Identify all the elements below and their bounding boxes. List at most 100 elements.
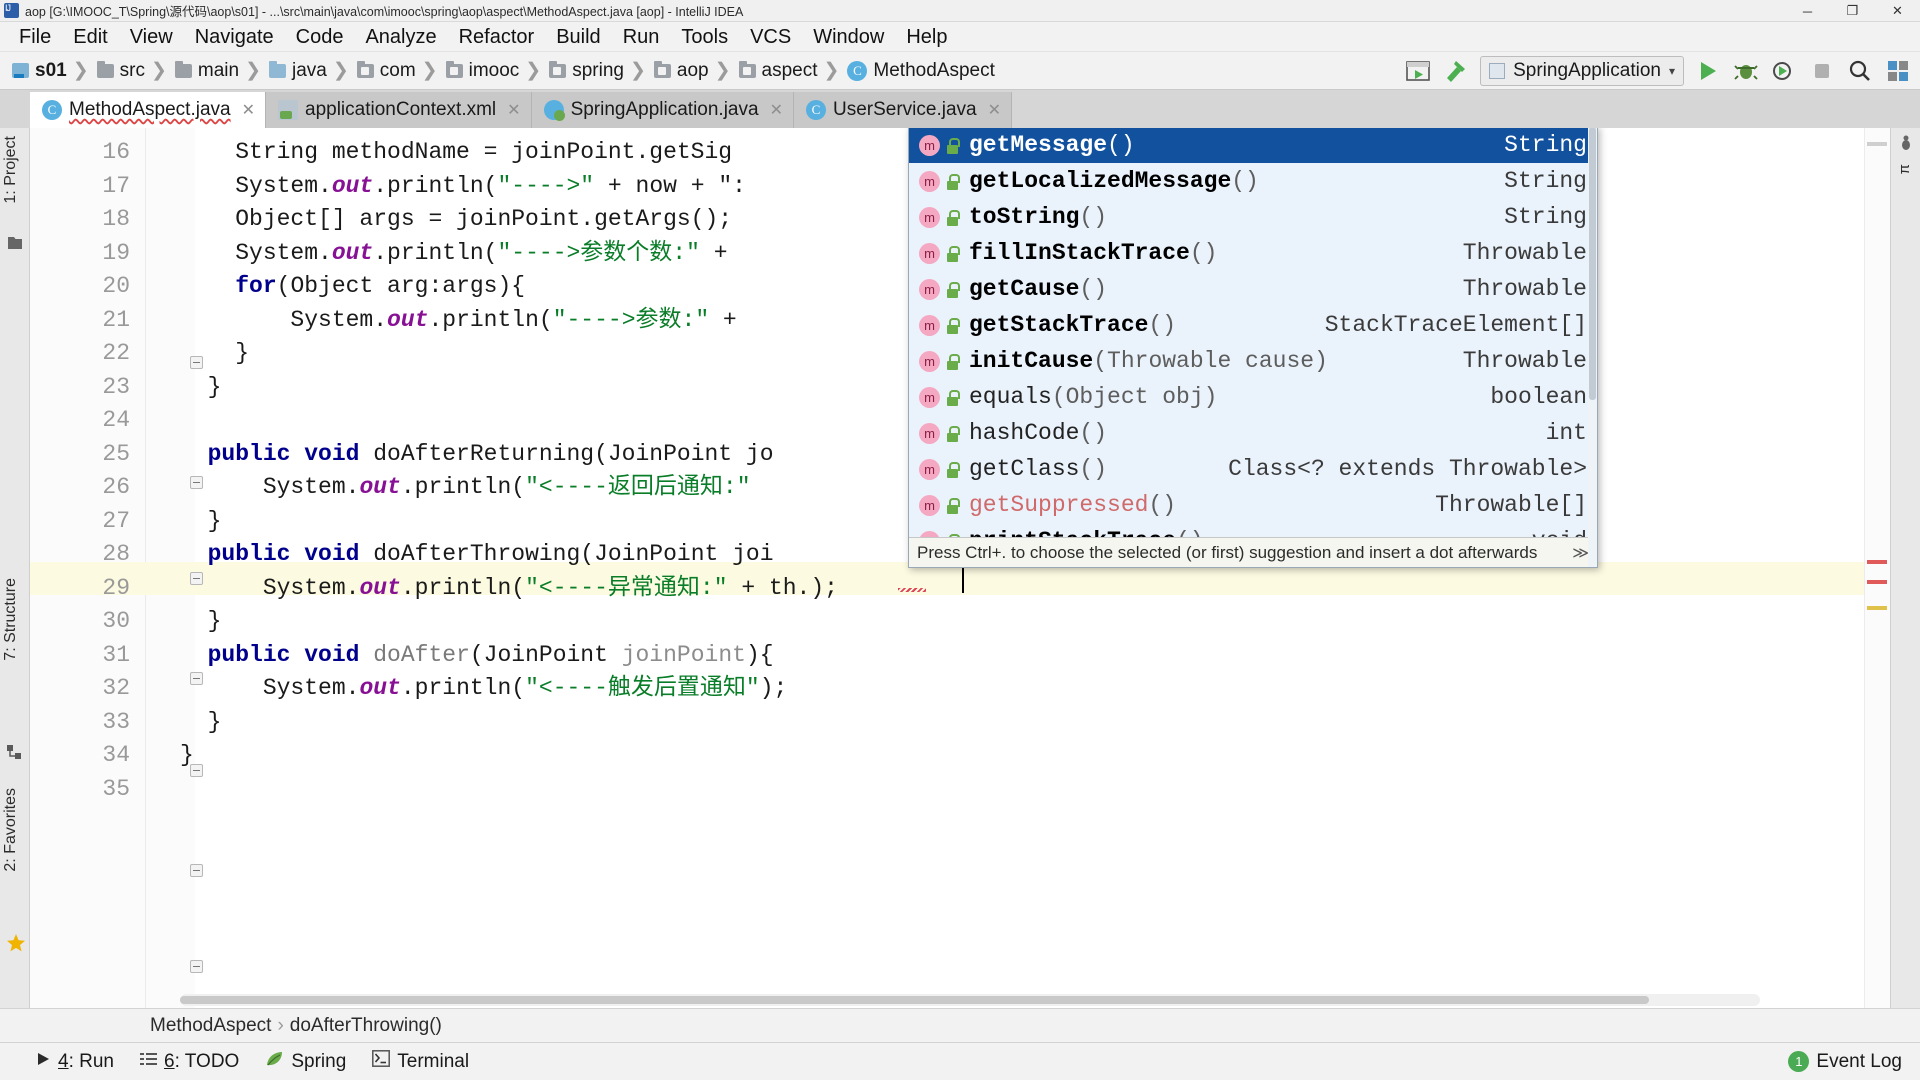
code-completion-popup[interactable]: m getMessage() String m getLocalizedMessage(… <box>908 128 1598 568</box>
horizontal-scrollbar[interactable] <box>180 994 1760 1006</box>
maximize-button[interactable]: ❐ <box>1830 0 1875 22</box>
favorites-star-icon[interactable] <box>6 933 25 952</box>
run-configuration-selector[interactable]: SpringApplication ▾ <box>1480 56 1684 86</box>
code-line[interactable]: public void doAfterReturning(JoinPoint j… <box>180 438 774 472</box>
sidebar-item-structure[interactable]: 7: Structure <box>2 578 20 661</box>
code-line[interactable]: } <box>180 605 222 639</box>
code-line[interactable]: for(Object arg:args){ <box>180 270 525 304</box>
debug-button[interactable] <box>1732 57 1760 85</box>
code-line[interactable]: System.out.println("---->" + now + ": <box>180 170 746 204</box>
completion-item-getsuppressed[interactable]: m getSuppressed() Throwable[] <box>909 487 1597 523</box>
menu-item-build[interactable]: Build <box>545 23 611 51</box>
breadcrumb-item-spring[interactable]: spring <box>545 56 626 86</box>
code-line[interactable]: System.out.println("---->参数:" + <box>180 304 736 338</box>
code-line[interactable]: public void doAfter(JoinPoint joinPoint)… <box>180 639 774 673</box>
completion-more-icon[interactable]: ≫ <box>1572 543 1589 563</box>
tool-window-run[interactable]: 4: Run <box>35 1051 114 1073</box>
menu-item-code[interactable]: Code <box>285 23 355 51</box>
editor-tab-springapplication-java[interactable]: SpringApplication.java ✕ <box>531 92 794 128</box>
project-files-icon[interactable] <box>6 234 24 252</box>
editor-tab-userservice-java[interactable]: C UserService.java ✕ <box>793 92 1012 128</box>
completion-item-initcause[interactable]: m initCause (Throwable cause) Throwable <box>909 343 1597 379</box>
completion-item-fillinstacktrace[interactable]: m fillInStackTrace() Throwable <box>909 235 1597 271</box>
editor-breadcrumb-class[interactable]: MethodAspect <box>150 1015 271 1037</box>
tool-window-todo[interactable]: 6: TODO <box>140 1051 239 1073</box>
menu-item-window[interactable]: Window <box>802 23 895 51</box>
minimize-button[interactable]: ─ <box>1785 0 1830 22</box>
layout-grid-icon[interactable] <box>1884 57 1912 85</box>
fold-marker[interactable] <box>190 864 203 877</box>
menu-item-tools[interactable]: Tools <box>670 23 739 51</box>
menu-item-edit[interactable]: Edit <box>62 23 118 51</box>
breadcrumb-item-main[interactable]: main <box>171 56 241 86</box>
code-line[interactable]: System.out.println("<----返回后通知:" <box>180 471 751 505</box>
completion-item-getstacktrace[interactable]: m getStackTrace() StackTraceElement[] <box>909 307 1597 343</box>
breadcrumb-item-imooc[interactable]: imooc <box>442 56 522 86</box>
menu-item-vcs[interactable]: VCS <box>739 23 802 51</box>
completion-item-printstacktrace[interactable]: m printStackTrace() void <box>909 523 1597 537</box>
structure-icon[interactable] <box>6 743 24 761</box>
menu-item-analyze[interactable]: Analyze <box>354 23 447 51</box>
menu-item-run[interactable]: Run <box>612 23 671 51</box>
code-line[interactable]: System.out.println("<----异常通知:" + th.); <box>180 572 838 606</box>
sidebar-item-project[interactable]: 1: Project <box>2 136 20 204</box>
breadcrumb-item-aop[interactable]: aop <box>650 56 711 86</box>
code-line[interactable]: public void doAfterThrowing(JoinPoint jo… <box>180 538 774 572</box>
editor-tab-methodaspect-java[interactable]: C MethodAspect.java ✕ <box>30 92 266 128</box>
completion-item-getcause[interactable]: m getCause() Throwable <box>909 271 1597 307</box>
code-line[interactable]: Object[] args = joinPoint.getArgs(); <box>180 203 732 237</box>
close-button[interactable]: ✕ <box>1875 0 1920 22</box>
completion-item-equals[interactable]: m equals (Object obj) boolean <box>909 379 1597 415</box>
menu-item-file[interactable]: File <box>8 23 62 51</box>
code-editor[interactable]: 16 String methodName = joinPoint.getSig 1… <box>30 128 1920 1008</box>
close-icon[interactable]: ✕ <box>507 100 520 120</box>
fold-marker[interactable] <box>190 672 203 685</box>
stop-button[interactable] <box>1808 57 1836 85</box>
close-icon[interactable]: ✕ <box>770 100 783 120</box>
build-hammer-icon[interactable] <box>1442 57 1470 85</box>
completion-item-getclass[interactable]: m getClass() Class<? extends Throwable> <box>909 451 1597 487</box>
tool-window-terminal[interactable]: Terminal <box>372 1050 469 1073</box>
close-icon[interactable]: ✕ <box>242 100 255 120</box>
breadcrumb-item-com[interactable]: com <box>353 56 418 86</box>
select-run-config-icon[interactable] <box>1404 57 1432 85</box>
module-icon <box>12 63 29 78</box>
ant-build-icon[interactable] <box>1897 134 1915 152</box>
completion-scrollbar[interactable] <box>1588 128 1597 567</box>
fold-marker[interactable] <box>190 572 203 585</box>
breadcrumb-item-java[interactable]: java <box>265 56 329 86</box>
close-icon[interactable]: ✕ <box>988 100 1001 120</box>
completion-item-tostring[interactable]: m toString() String <box>909 199 1597 235</box>
completion-item-hashcode[interactable]: m hashCode() int <box>909 415 1597 451</box>
error-marker-strip[interactable] <box>1864 128 1890 1008</box>
code-line[interactable]: } <box>180 505 222 539</box>
menu-item-view[interactable]: View <box>119 23 184 51</box>
editor-tab-applicationcontext-xml[interactable]: applicationContext.xml ✕ <box>266 92 532 128</box>
maven-strip-label[interactable]: π <box>1896 164 1913 174</box>
breadcrumb-item-methodaspect[interactable]: C MethodAspect <box>843 56 996 86</box>
run-with-coverage-button[interactable] <box>1770 57 1798 85</box>
code-line[interactable]: } <box>180 706 222 740</box>
fold-marker[interactable] <box>190 960 203 973</box>
breadcrumb-item-src[interactable]: src <box>93 56 147 86</box>
fold-marker[interactable] <box>190 764 203 777</box>
menu-item-refactor[interactable]: Refactor <box>448 23 546 51</box>
code-line[interactable]: System.out.println("---->参数个数:" + <box>180 237 741 271</box>
code-line[interactable]: } <box>180 371 222 405</box>
event-log-button[interactable]: 1 Event Log <box>1788 1051 1902 1073</box>
editor-breadcrumb-method[interactable]: doAfterThrowing() <box>290 1015 442 1037</box>
code-line[interactable]: System.out.println("<----触发后置通知"); <box>180 672 788 706</box>
breadcrumb-item-s01[interactable]: s01 <box>8 56 69 86</box>
menu-item-help[interactable]: Help <box>895 23 958 51</box>
breadcrumb-item-aspect[interactable]: aspect <box>735 56 820 86</box>
menu-item-navigate[interactable]: Navigate <box>184 23 285 51</box>
completion-item-getmessage[interactable]: m getMessage() String <box>909 128 1597 163</box>
sidebar-item-favorites[interactable]: 2: Favorites <box>2 788 20 872</box>
search-icon[interactable] <box>1846 57 1874 85</box>
tool-window-spring[interactable]: Spring <box>265 1050 346 1074</box>
fold-marker[interactable] <box>190 476 203 489</box>
completion-item-getlocalizedmessage[interactable]: m getLocalizedMessage() String <box>909 163 1597 199</box>
fold-marker[interactable] <box>190 356 203 369</box>
run-button[interactable] <box>1694 57 1722 85</box>
code-line[interactable]: String methodName = joinPoint.getSig <box>180 136 732 170</box>
